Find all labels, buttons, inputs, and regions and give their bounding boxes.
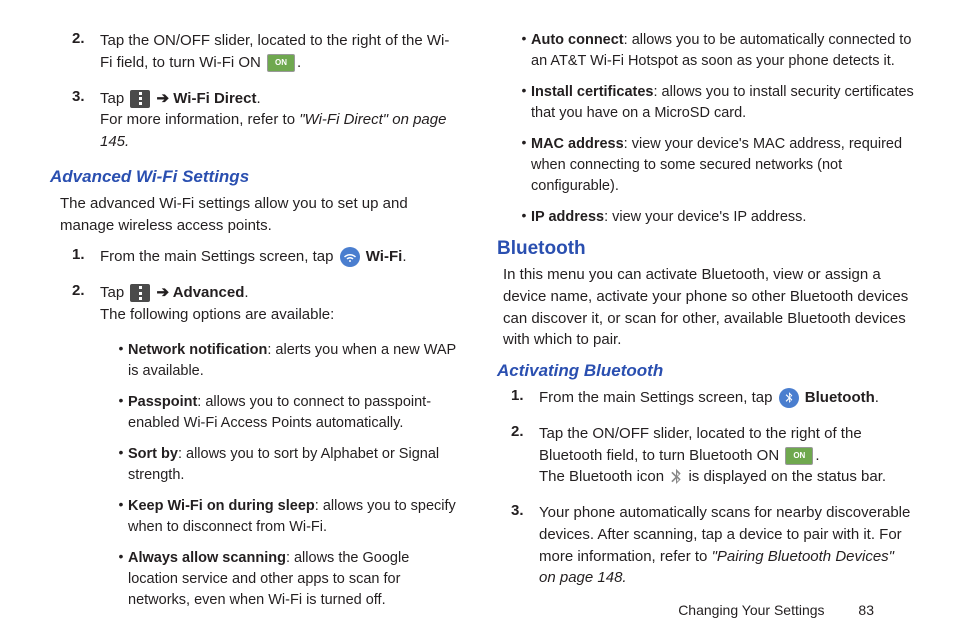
step-number: 1.: [497, 387, 539, 409]
text: From the main Settings screen, tap: [100, 248, 338, 265]
bullet-dot: •: [511, 30, 531, 72]
text: The following options are available:: [100, 306, 334, 323]
page-footer: Changing Your Settings 83: [678, 602, 874, 618]
text: .: [875, 389, 879, 406]
list-item: • Network notification: alerts you when …: [108, 340, 457, 382]
bullet-text: Sort by: allows you to sort by Alphabet …: [128, 444, 457, 486]
list-item: • IP address: view your device's IP addr…: [511, 207, 914, 228]
paragraph: The advanced Wi-Fi settings allow you to…: [60, 193, 457, 237]
bluetooth-label: Bluetooth: [805, 389, 875, 406]
on-slider-icon: ON: [267, 54, 295, 72]
heading-advanced-wifi: Advanced Wi-Fi Settings: [50, 167, 457, 187]
step-body: Tap the ON/OFF slider, located to the ri…: [100, 30, 457, 74]
bullet-dot: •: [511, 207, 531, 228]
bluetooth-icon: [779, 388, 799, 408]
right-column: • Auto connect: allows you to be automat…: [477, 30, 914, 626]
text: Tap the ON/OFF slider, located to the ri…: [539, 425, 862, 464]
term: Passpoint: [128, 394, 197, 410]
left-column: 2. Tap the ON/OFF slider, located to the…: [40, 30, 477, 626]
arrow-icon: ➔: [157, 284, 173, 301]
bullet-text: Install certificates: allows you to inst…: [531, 82, 914, 124]
list-item: • Always allow scanning: allows the Goog…: [108, 548, 457, 611]
bullet-dot: •: [108, 548, 128, 611]
term: Install certificates: [531, 84, 654, 100]
heading-bluetooth: Bluetooth: [497, 238, 914, 260]
step-body: Your phone automatically scans for nearb…: [539, 502, 914, 589]
term: Network notification: [128, 342, 267, 358]
text: .: [815, 447, 819, 464]
page: 2. Tap the ON/OFF slider, located to the…: [0, 0, 954, 636]
step-number: 2.: [40, 282, 100, 326]
list-item: • Install certificates: allows you to in…: [511, 82, 914, 124]
list-item: • Passpoint: allows you to connect to pa…: [108, 392, 457, 434]
text: .: [402, 248, 406, 265]
term: Sort by: [128, 446, 178, 462]
step-3: 3. Tap ➔ Wi-Fi Direct. For more informat…: [40, 88, 457, 153]
footer-section: Changing Your Settings: [678, 602, 824, 618]
term: Auto connect: [531, 32, 624, 48]
text: Tap: [100, 90, 128, 107]
text: .: [297, 54, 301, 71]
arrow-icon: ➔: [157, 90, 174, 107]
bluetooth-status-icon: [668, 469, 684, 485]
bullet-dot: •: [108, 444, 128, 486]
list-item: • MAC address: view your device's MAC ad…: [511, 134, 914, 197]
term: Always allow scanning: [128, 550, 286, 566]
paragraph: In this menu you can activate Bluetooth,…: [503, 264, 914, 351]
step-number: 2.: [497, 423, 539, 488]
step-body: Tap ➔ Wi-Fi Direct. For more information…: [100, 88, 457, 153]
wifi-label: Wi-Fi: [366, 248, 403, 265]
text: The Bluetooth icon: [539, 468, 668, 485]
bullet-text: MAC address: view your device's MAC addr…: [531, 134, 914, 197]
list-item: • Sort by: allows you to sort by Alphabe…: [108, 444, 457, 486]
term: IP address: [531, 209, 604, 225]
bullet-dot: •: [511, 82, 531, 124]
page-number: 83: [858, 602, 874, 618]
adv-step-1: 1. From the main Settings screen, tap Wi…: [40, 246, 457, 268]
step-body: From the main Settings screen, tap Wi-Fi…: [100, 246, 457, 268]
text: From the main Settings screen, tap: [539, 389, 777, 406]
text: .: [256, 90, 260, 107]
term: MAC address: [531, 136, 624, 152]
step-number: 1.: [40, 246, 100, 268]
advanced-label: Advanced: [173, 284, 245, 301]
on-slider-icon: ON: [785, 447, 813, 465]
menu-icon: [130, 284, 150, 302]
step-number: 3.: [497, 502, 539, 589]
rest: : view your device's IP address.: [604, 209, 806, 225]
bullet-dot: •: [108, 496, 128, 538]
bullet-text: Keep Wi-Fi on during sleep: allows you t…: [128, 496, 457, 538]
step-2: 2. Tap the ON/OFF slider, located to the…: [40, 30, 457, 74]
adv-step-2: 2. Tap ➔ Advanced. The following options…: [40, 282, 457, 326]
step-body: Tap ➔ Advanced. The following options ar…: [100, 282, 457, 326]
text: For more information, refer to: [100, 111, 299, 128]
wifi-direct-label: Wi-Fi Direct: [173, 90, 256, 107]
bt-step-3: 3. Your phone automatically scans for ne…: [497, 502, 914, 589]
bullet-dot: •: [511, 134, 531, 197]
bullet-dot: •: [108, 340, 128, 382]
list-item: • Auto connect: allows you to be automat…: [511, 30, 914, 72]
wifi-icon: [340, 247, 360, 267]
text: .: [244, 284, 248, 301]
menu-icon: [130, 90, 150, 108]
heading-activating-bluetooth: Activating Bluetooth: [497, 361, 914, 381]
bullet-text: Always allow scanning: allows the Google…: [128, 548, 457, 611]
bt-step-1: 1. From the main Settings screen, tap Bl…: [497, 387, 914, 409]
step-body: From the main Settings screen, tap Bluet…: [539, 387, 914, 409]
step-body: Tap the ON/OFF slider, located to the ri…: [539, 423, 914, 488]
bullet-text: Network notification: alerts you when a …: [128, 340, 457, 382]
step-number: 2.: [40, 30, 100, 74]
text: is displayed on the status bar.: [688, 468, 886, 485]
term: Keep Wi-Fi on during sleep: [128, 498, 315, 514]
bt-step-2: 2. Tap the ON/OFF slider, located to the…: [497, 423, 914, 488]
list-item: • Keep Wi-Fi on during sleep: allows you…: [108, 496, 457, 538]
bullet-text: Passpoint: allows you to connect to pass…: [128, 392, 457, 434]
bullet-dot: •: [108, 392, 128, 434]
bullet-text: IP address: view your device's IP addres…: [531, 207, 914, 228]
bullet-text: Auto connect: allows you to be automatic…: [531, 30, 914, 72]
text: Tap: [100, 284, 128, 301]
step-number: 3.: [40, 88, 100, 153]
